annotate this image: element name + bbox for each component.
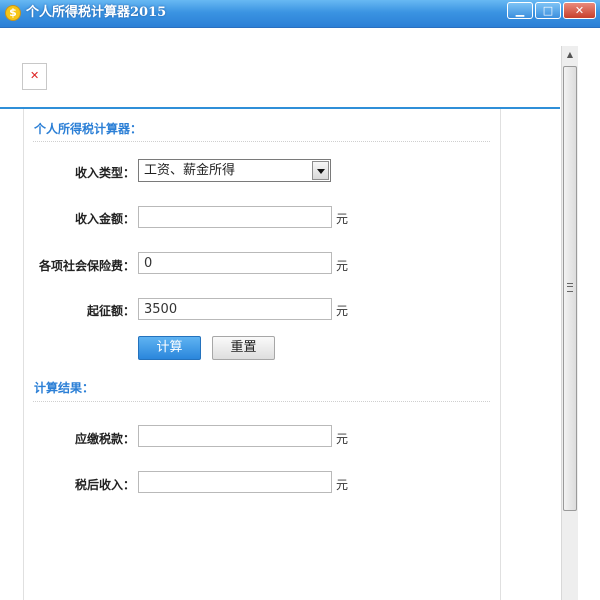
tax-payable-unit: 元	[336, 432, 349, 446]
calculate-button[interactable]: 计算	[138, 336, 201, 360]
grip-icon	[567, 283, 573, 292]
vertical-scrollbar[interactable]: ▲	[561, 46, 578, 600]
after-tax-income-unit: 元	[336, 478, 349, 492]
income-amount-label: 收入金额：	[74, 212, 135, 226]
close-button[interactable]: ✕	[563, 2, 596, 19]
dollar-coin-icon: $	[5, 5, 21, 21]
scroll-up-arrow-icon[interactable]: ▲	[562, 46, 578, 63]
tax-payable-input[interactable]	[138, 425, 332, 447]
income-type-label: 收入类型：	[74, 166, 135, 180]
threshold-unit: 元	[336, 304, 349, 318]
income-type-select[interactable]: 工资、薪金所得	[138, 159, 331, 182]
after-tax-income-label: 税后收入：	[74, 478, 135, 492]
results-section-title: 计算结果：	[34, 381, 95, 395]
section-divider	[33, 141, 490, 142]
threshold-label: 起征额：	[86, 304, 135, 318]
threshold-input[interactable]	[138, 298, 332, 320]
calculator-section-title: 个人所得税计算器：	[34, 122, 143, 136]
social-insurance-input[interactable]	[138, 252, 332, 274]
after-tax-income-input[interactable]	[138, 471, 332, 493]
income-amount-unit: 元	[336, 212, 349, 226]
social-insurance-label: 各项社会保险费：	[38, 259, 135, 273]
window-title: 个人所得税计算器2015	[26, 5, 167, 20]
income-amount-input[interactable]	[138, 206, 332, 228]
broken-image-icon: ✕	[22, 63, 47, 90]
maximize-button[interactable]: □	[535, 2, 561, 19]
scroll-thumb[interactable]	[563, 66, 577, 511]
minimize-button[interactable]: ▁	[507, 2, 533, 19]
title-bar: $ 个人所得税计算器2015 ▁ □ ✕	[0, 0, 600, 28]
tax-payable-label: 应缴税款：	[74, 432, 135, 446]
broken-image-glyph: ✕	[30, 69, 40, 82]
chevron-down-icon[interactable]	[312, 161, 329, 180]
results-divider	[33, 401, 490, 402]
social-insurance-unit: 元	[336, 259, 349, 273]
income-type-value: 工资、薪金所得	[144, 163, 236, 178]
reset-button[interactable]: 重置	[212, 336, 275, 360]
